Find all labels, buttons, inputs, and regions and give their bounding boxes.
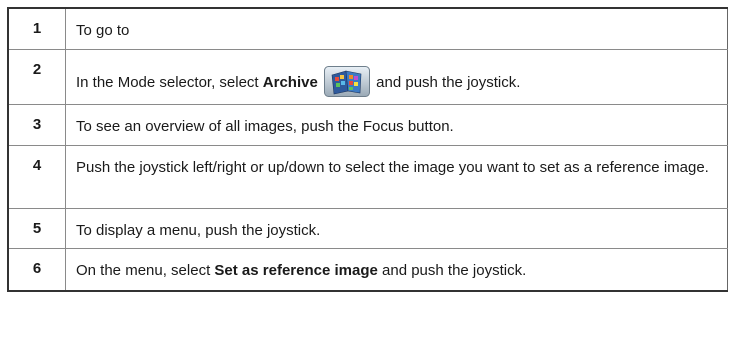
step-row: 6 On the menu, select Set as reference i…: [8, 248, 728, 291]
step-row: 3 To see an overview of all images, push…: [8, 104, 728, 146]
step-number: 2: [8, 49, 66, 105]
step-number: 3: [8, 104, 66, 146]
step-row: 5 To display a menu, push the joystick.: [8, 208, 728, 249]
archive-label: Archive: [262, 74, 318, 91]
step-number: 5: [8, 208, 66, 249]
step-text: On the menu, select Set as reference ima…: [76, 262, 527, 279]
step-number: 1: [8, 8, 66, 50]
step-number: 6: [8, 248, 66, 291]
step-text: Push the joystick left/right or up/down …: [65, 145, 728, 209]
step-row: 2 In the Mode selector, select Archive a…: [8, 49, 728, 105]
step-text: To go to: [65, 8, 728, 50]
step-row: 4 Push the joystick left/right or up/dow…: [8, 145, 728, 209]
steps-table: 1 To go to 2 In the Mode selector, selec…: [7, 7, 728, 292]
step-text: To display a menu, push the joystick.: [65, 208, 728, 249]
step-text: In the Mode selector, select Archive and…: [65, 49, 728, 105]
step-number: 4: [8, 145, 66, 209]
menu-option-label: Set as reference image: [214, 262, 378, 279]
archive-mode-icon: [323, 66, 370, 97]
step-text: To see an overview of all images, push t…: [65, 104, 728, 146]
step-row: 1 To go to: [8, 8, 728, 50]
